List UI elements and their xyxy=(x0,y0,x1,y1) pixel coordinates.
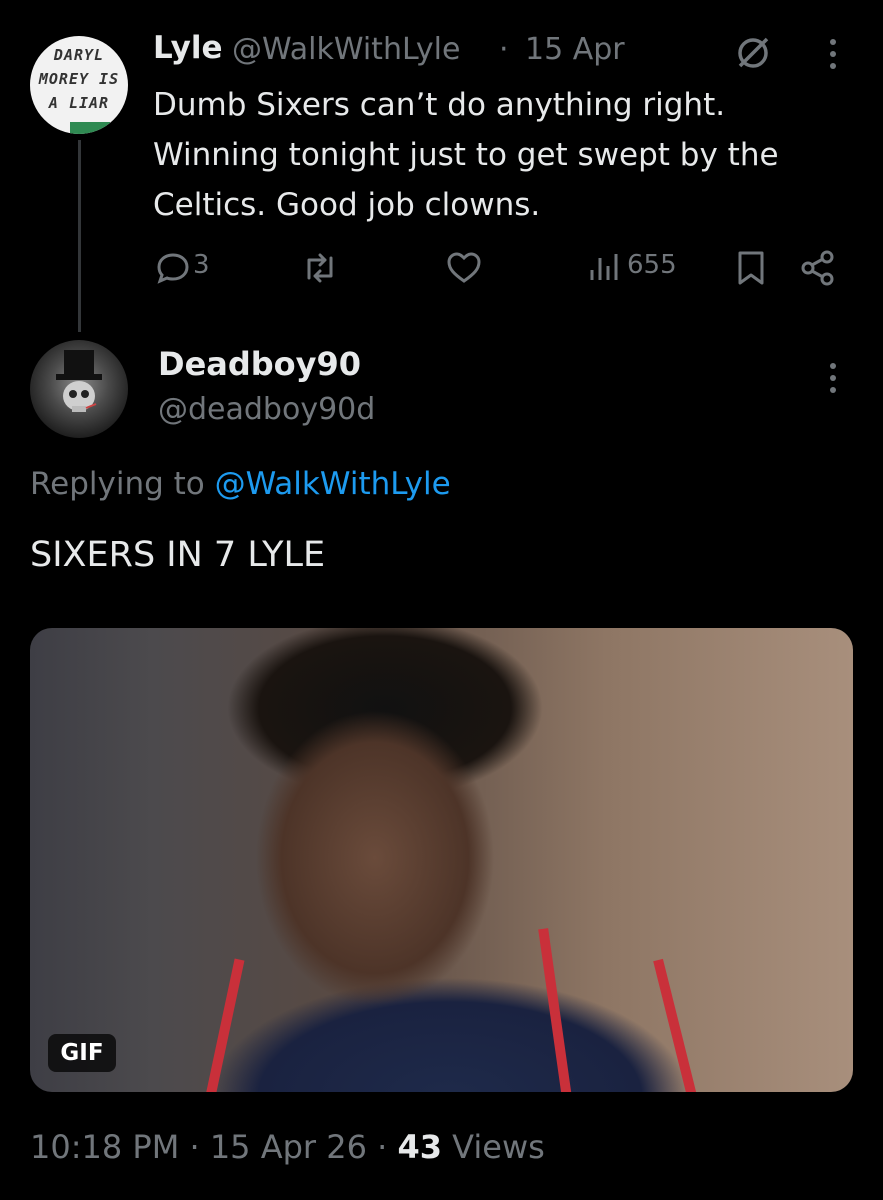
avatar-text-line: DARYL xyxy=(53,46,105,64)
media-decoration xyxy=(205,958,245,1092)
tweet-time[interactable]: 15 Apr xyxy=(525,32,625,67)
reply-icon[interactable] xyxy=(155,250,193,288)
tweet-date[interactable]: 15 Apr 26 xyxy=(210,1128,367,1166)
tweet-text: Dumb Sixers can’t do anything right. Win… xyxy=(153,87,779,223)
replying-to: Replying to @WalkWithLyle xyxy=(30,466,451,502)
views-label: Views xyxy=(452,1128,545,1166)
reply-count: 3 xyxy=(193,250,210,280)
replying-handle-link[interactable]: @WalkWithLyle xyxy=(215,466,451,502)
media-decoration xyxy=(653,958,697,1092)
retweet-icon[interactable] xyxy=(301,250,339,288)
more-icon[interactable] xyxy=(818,36,848,72)
tweet-meta: 10:18 PM · 15 Apr 26 · 43 Views xyxy=(30,1128,545,1166)
views-count: 43 xyxy=(397,1128,442,1166)
avatar-text-line: A LIAR xyxy=(48,94,110,112)
avatar-text-line: MOREY IS xyxy=(38,70,120,88)
avatar[interactable] xyxy=(30,340,128,438)
author-name[interactable]: Deadboy90 xyxy=(158,345,361,383)
separator-dot: · xyxy=(377,1128,388,1166)
author-handle[interactable]: @deadboy90d xyxy=(158,392,375,427)
grok-icon[interactable] xyxy=(734,34,772,72)
thread-line xyxy=(78,140,81,332)
avatar[interactable]: DARYL MOREY IS A LIAR xyxy=(30,36,128,134)
author-handle[interactable]: @WalkWithLyle xyxy=(232,32,460,67)
skull-top-hat-icon xyxy=(56,350,102,412)
separator-dot: · xyxy=(499,32,509,67)
author-name[interactable]: Lyle xyxy=(153,30,223,66)
separator-dot: · xyxy=(189,1128,200,1166)
views-icon[interactable] xyxy=(588,252,626,290)
bookmark-icon[interactable] xyxy=(736,250,774,288)
share-icon[interactable] xyxy=(800,250,838,288)
view-count: 655 xyxy=(627,250,677,280)
tweet-text: SIXERS IN 7 LYLE xyxy=(30,535,326,575)
media-decoration xyxy=(538,928,572,1092)
avatar-decoration xyxy=(70,122,110,134)
gif-badge: GIF xyxy=(48,1034,116,1072)
tweet-time[interactable]: 10:18 PM xyxy=(30,1128,179,1166)
gif-media[interactable] xyxy=(30,628,853,1092)
more-icon[interactable] xyxy=(818,360,848,396)
replying-prefix: Replying to xyxy=(30,466,215,502)
like-icon[interactable] xyxy=(446,251,484,289)
